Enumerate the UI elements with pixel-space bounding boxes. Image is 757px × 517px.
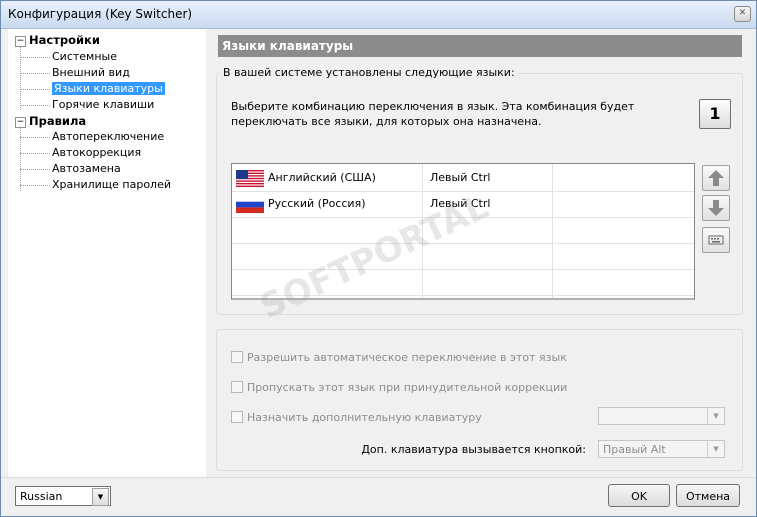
tree-node-appearance[interactable]: Внешний вид [52,65,130,81]
empty-row [232,243,694,270]
skip-correction-label: Пропускать этот язык при принудительной … [247,381,568,394]
tree-node-settings[interactable]: Настройки [29,32,100,48]
languages-list[interactable]: Английский (США) Левый Ctrl Русский (Рос… [231,163,695,300]
arrow-up-icon [708,170,724,186]
extra-keyboard-label: Назначить дополнительную клавиатуру [247,411,482,424]
settings-tree: − Настройки Системные Внешний вид Языки … [8,29,206,477]
tree-node-label: Внешний вид [52,66,130,79]
tree-line [20,137,50,138]
tree-node-label: Системные [52,50,117,63]
extra-key-select[interactable]: Правый Alt ▼ [598,440,725,458]
chevron-down-icon: ▼ [707,408,724,424]
tree-line [20,153,50,154]
panel-title: Языки клавиатуры [218,35,742,57]
ui-language-value: Russian [20,490,63,503]
ru-flag-icon [236,196,264,213]
settings-panel: Языки клавиатуры В вашей системе установ… [211,29,749,477]
tree-node-autocorrection[interactable]: Автокоррекция [52,145,141,161]
us-flag-icon [236,170,264,187]
language-row[interactable]: Английский (США) Левый Ctrl [232,165,694,192]
keyboard-button[interactable] [702,227,730,253]
collapse-icon[interactable]: − [15,36,26,47]
language-hotkey: Левый Ctrl [430,171,491,184]
tree-node-label: Правила [29,114,87,128]
empty-row [232,269,694,296]
tree-node-rules[interactable]: Правила [29,113,86,129]
language-row[interactable]: Русский (Россия) Левый Ctrl [232,191,694,218]
tree-node-label: Настройки [29,33,100,47]
empty-row [232,217,694,244]
tree-line [20,105,50,106]
tree-node-label: Автокоррекция [52,146,142,159]
auto-switch-label: Разрешить автоматическое переключение в … [247,351,567,364]
move-down-button[interactable] [702,195,730,221]
switch-description: Выберите комбинацию переключения в язык.… [231,100,635,128]
tree-node-system[interactable]: Системные [52,49,117,65]
keyboard-icon [708,235,724,245]
extra-key-label: Доп. клавиатура вызывается кнопкой: [361,443,586,456]
tree-line [20,169,50,170]
tree-node-label: Горячие клавиши [52,98,155,111]
cancel-button[interactable]: Отмена [676,484,740,507]
collapse-icon[interactable]: − [15,117,26,128]
extra-key-value: Правый Alt [603,443,666,456]
combination-number-button[interactable]: 1 [699,99,731,129]
languages-group-label: В вашей системе установлены следующие яз… [220,66,518,79]
chevron-down-icon: ▼ [707,441,724,457]
language-name: Русский (Россия) [268,197,366,210]
tree-node-label: Автопереключение [52,130,165,143]
auto-switch-checkbox[interactable] [231,351,243,363]
tree-line [20,89,50,90]
title-bar: Конфигурация (Key Switcher) ✕ [1,1,756,29]
tree-node-hotkeys[interactable]: Горячие клавиши [52,97,154,113]
tree-line [20,73,50,74]
language-hotkey: Левый Ctrl [430,197,491,210]
window-title: Конфигурация (Key Switcher) [8,7,193,21]
bottom-bar: Russian ▼ OK Отмена [1,477,756,516]
ok-button[interactable]: OK [608,484,670,507]
language-name: Английский (США) [268,171,376,184]
chevron-down-icon: ▼ [92,488,109,506]
move-up-button[interactable] [702,165,730,191]
tree-node-password-storage[interactable]: Хранилище паролей [52,177,171,193]
close-icon[interactable]: ✕ [734,6,751,22]
tree-line [20,185,50,186]
tree-node-label: Языки клавиатуры [52,82,165,95]
extra-keyboard-select[interactable]: ▼ [598,407,725,425]
tree-node-label: Хранилище паролей [52,178,171,191]
tree-node-autoreplace[interactable]: Автозамена [52,161,121,177]
tree-node-autoswitch[interactable]: Автопереключение [52,129,164,145]
tree-node-keyboard-languages[interactable]: Языки клавиатуры [52,81,165,97]
arrow-down-icon [708,200,724,216]
tree-line [20,57,50,58]
ui-language-select[interactable]: Russian ▼ [15,486,111,506]
tree-line [20,46,21,110]
extra-keyboard-checkbox[interactable] [231,411,243,423]
tree-node-label: Автозамена [52,162,121,175]
skip-correction-checkbox[interactable] [231,381,243,393]
config-window: Конфигурация (Key Switcher) ✕ − Настройк… [0,0,757,517]
